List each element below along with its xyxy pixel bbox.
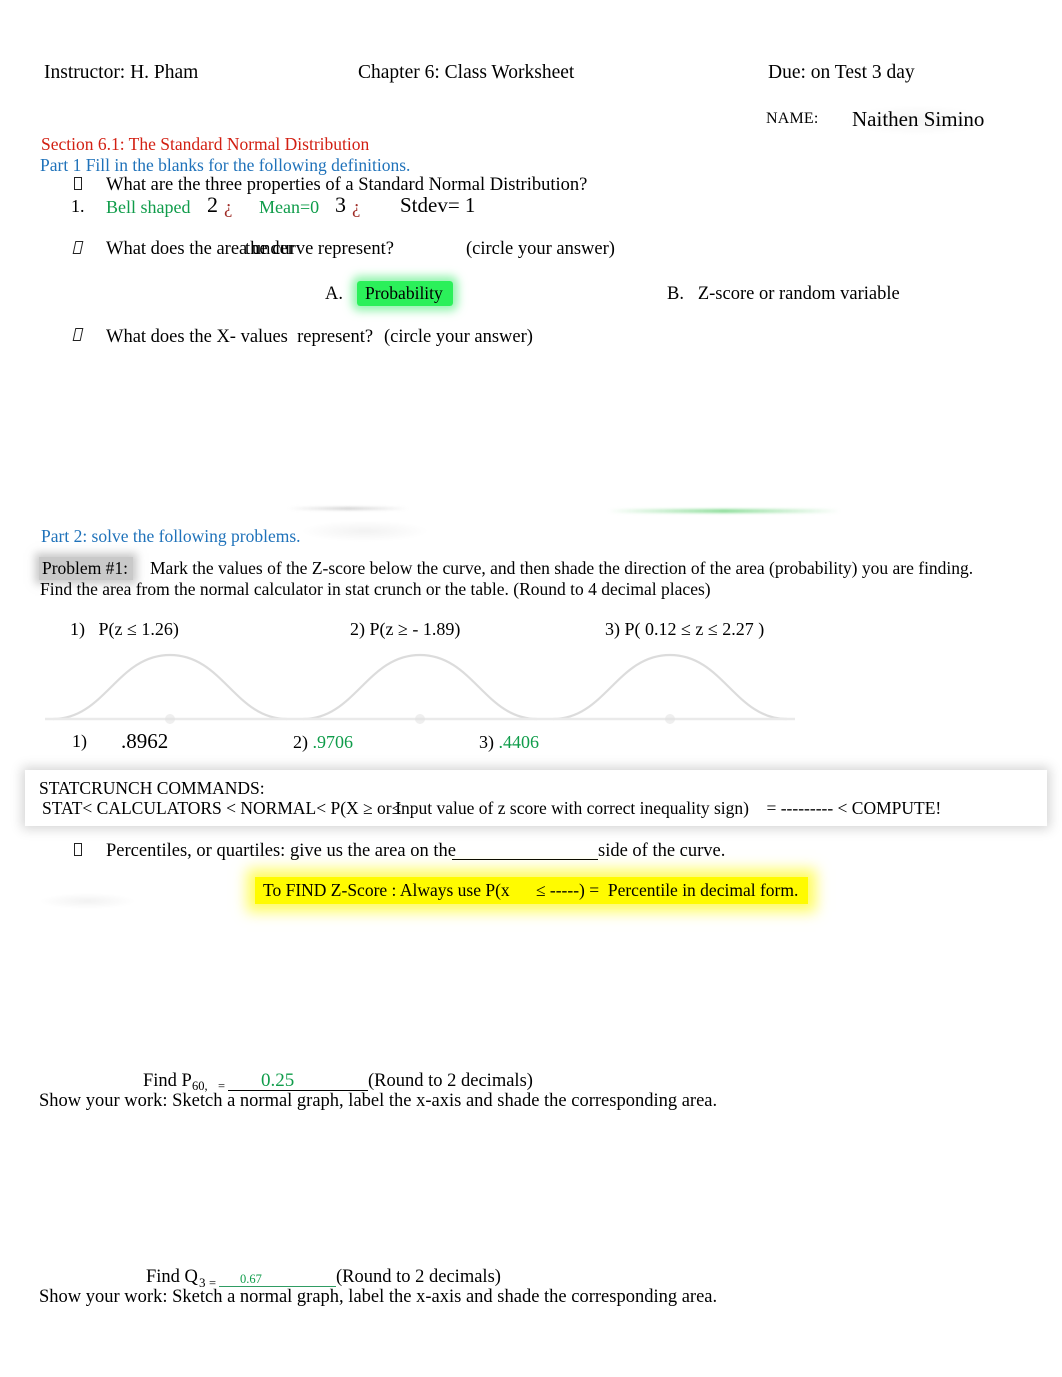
bullet-glyph-icon <box>74 842 82 860</box>
problem1-label: Problem #1: <box>39 557 134 580</box>
normal-curve-sketch-3 <box>545 653 795 724</box>
scan-artifact-smudge <box>300 520 430 542</box>
zscore-tip: To FIND Z-Score : Always use P(x ≤ -----… <box>255 877 809 904</box>
property-1-answer: Bell shaped <box>106 197 191 217</box>
property-2-answer: Mean=0 <box>259 197 320 217</box>
student-name-value: Naithen Simino <box>845 105 991 135</box>
q3-rounding-note: (Round to 2 decimals) <box>336 1267 501 1287</box>
problem1-item-2: 2) P(z ≥ - 1.89) <box>350 619 461 639</box>
statcrunch-heading: STATCRUNCH COMMANDS: <box>39 778 265 798</box>
question1-prompt: What are the three properties of a Stand… <box>106 175 588 195</box>
property-2-number: 2 <box>207 192 218 217</box>
option-a-label: A. <box>325 284 343 304</box>
answer-3: 3) .4406 <box>479 732 539 753</box>
q3-answer-blank[interactable] <box>219 1268 336 1287</box>
statcrunch-cmd-part1: STAT< CALCULATORS < NORMAL< P(X ≥ or≤ <box>42 798 402 818</box>
property-3-answer: Stdev= 1 <box>400 193 476 217</box>
normal-curve-sketch-1 <box>45 653 295 724</box>
question2-instruction: (circle your answer) <box>466 239 615 259</box>
section-title: Section 6.1: The Standard Normal Distrib… <box>41 134 370 154</box>
p60-show-work-instruction: Show your work: Sketch a normal graph, l… <box>39 1091 718 1111</box>
answer-3-number: 3) <box>479 732 499 752</box>
property-3-number: 3 <box>335 192 346 217</box>
percentiles-text-after-blank: side of the curve. <box>598 841 726 861</box>
answer-3-value: .4406 <box>498 732 540 752</box>
statcrunch-cmd-part2: Input value of z score with correct ineq… <box>395 798 749 818</box>
answer-2-number: 2) <box>293 732 313 752</box>
statcrunch-command-line: STAT< CALCULATORS < NORMAL< P(X ≥ or≤Inp… <box>42 798 941 819</box>
zscore-tip-highlight: To FIND Z-Score : Always use P(x ≤ -----… <box>255 877 809 904</box>
normal-curve-sketch-2 <box>295 653 545 724</box>
problem1-instruction-line2: Find the area from the normal calculator… <box>40 579 711 599</box>
scan-artifact-gray-line <box>288 507 408 510</box>
problem1-instruction-line1: Mark the values of the Z-score below the… <box>150 558 974 578</box>
percentiles-text-before-blank: give us the area on the <box>290 841 456 861</box>
p60-answer-value: 0.25 <box>261 1070 295 1091</box>
p60-rounding-note: (Round to 2 decimals) <box>368 1071 533 1091</box>
p60-answer-blank[interactable] <box>228 1071 368 1091</box>
option-a-highlight: Probability <box>357 281 453 306</box>
question2-prompt-part2: the curve represent? <box>245 239 394 259</box>
question3-instruction: (circle your answer) <box>384 327 533 347</box>
answer-2: 2) .9706 <box>293 732 353 753</box>
worksheet-title: Chapter 6: Class Worksheet <box>358 62 575 83</box>
q3-find-label: Find Q <box>146 1267 198 1287</box>
part2-heading: Part 2: solve the following problems. <box>41 526 301 546</box>
due-date-label: Due: on Test 3 day <box>768 62 915 83</box>
property-3-marker-icon: ¿ <box>352 197 361 218</box>
property-2-marker-icon: ¿ <box>224 197 233 218</box>
answer-1-value: .8962 <box>121 729 169 753</box>
part1-heading: Part 1 Fill in the blanks for the follow… <box>40 155 411 175</box>
option-b-choice[interactable]: B. Z-score or random variable <box>667 284 900 305</box>
problem1-label-highlight: Problem #1: <box>39 557 134 580</box>
percentiles-blank-field[interactable] <box>452 841 598 860</box>
property-1-number: 1. <box>71 196 85 216</box>
percentiles-label: Percentiles, or quartiles: <box>106 841 286 861</box>
bullet-glyph-icon <box>72 240 84 258</box>
worksheet-page: Instructor: H. Pham Chapter 6: Class Wor… <box>0 0 1062 1377</box>
scan-artifact-smudge <box>40 893 135 909</box>
scan-artifact-green-line <box>608 509 840 513</box>
bullet-glyph-icon <box>74 176 82 194</box>
q3-answer-value: 0.67 <box>240 1272 262 1286</box>
name-field-label: NAME: <box>766 110 819 127</box>
statcrunch-cmd-part3: = --------- < COMPUTE! <box>766 798 942 818</box>
q3-show-work-instruction: Show your work: Sketch a normal graph, l… <box>39 1287 718 1307</box>
answer-1-number: 1) <box>72 731 87 751</box>
instructor-label: Instructor: H. Pham <box>44 62 199 83</box>
problem1-item-3: 3) P( 0.12 ≤ z ≤ 2.27 ) <box>605 619 765 639</box>
problem1-item-1: 1) P(z ≤ 1.26) <box>70 619 179 639</box>
answer-2-value: .9706 <box>312 732 354 752</box>
p60-find-label: Find P <box>143 1071 192 1091</box>
bullet-glyph-icon <box>72 327 84 345</box>
question3-prompt: What does the X- values represent? <box>106 327 374 347</box>
option-a-choice[interactable]: Probability <box>357 281 453 306</box>
